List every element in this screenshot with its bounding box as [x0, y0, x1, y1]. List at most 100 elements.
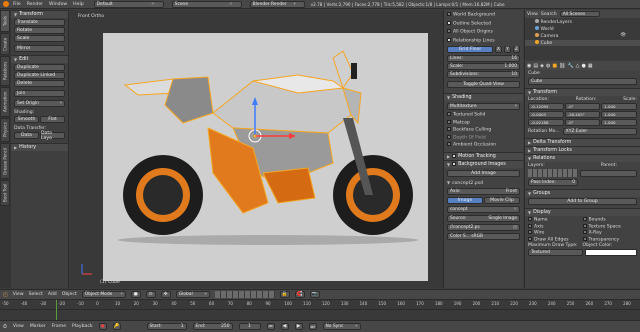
world-background-option[interactable]: World Background: [447, 12, 520, 18]
display-texture-space-option[interactable]: Texture Space: [582, 223, 638, 229]
rotation-z-field[interactable]: -0°: [564, 119, 601, 126]
layers-tab-icon[interactable]: ▤: [533, 63, 538, 69]
grid-subdivisions-field[interactable]: Subdivisions: 10: [447, 71, 520, 78]
axis-dropdown[interactable]: Axis: Front: [447, 187, 520, 195]
object-name-field[interactable]: Cube: [528, 78, 637, 85]
menu-window[interactable]: Window: [49, 2, 67, 7]
modifiers-tab-icon[interactable]: 🔧: [567, 63, 573, 69]
outliner-item-world[interactable]: World: [525, 26, 640, 32]
end-frame-field[interactable]: End: 250: [192, 323, 233, 330]
viewport-menu-select[interactable]: Select: [29, 292, 43, 297]
grid-scale-field[interactable]: Scale: 1.000: [447, 63, 520, 70]
data-layout-button[interactable]: Data Layo: [40, 131, 65, 141]
menu-help[interactable]: Help: [73, 2, 83, 7]
y-axis-toggle[interactable]: Y: [504, 46, 511, 53]
editor-type-icon[interactable]: ◰: [3, 292, 8, 298]
3d-viewport[interactable]: Front Ortho (1) Cube: [70, 10, 443, 288]
background-images-header[interactable]: ▼ Background Images: [444, 159, 523, 168]
checkbox-icon[interactable]: [528, 236, 532, 241]
delta-transform-header[interactable]: ▶ Delta Transform: [525, 138, 640, 146]
parent-field[interactable]: [580, 169, 637, 177]
checkbox-icon[interactable]: [582, 223, 587, 228]
location-x-field[interactable]: -0.12095: [528, 103, 564, 110]
checkbox-icon[interactable]: [447, 134, 451, 139]
tab-create[interactable]: Create: [0, 33, 10, 55]
flat-button[interactable]: Flat: [40, 116, 65, 123]
scene-selector[interactable]: Scene ✕: [171, 0, 242, 8]
checkbox-icon[interactable]: [447, 37, 451, 42]
display-draw-all-edges-option[interactable]: Draw All Edges: [528, 236, 583, 242]
render-tab-icon[interactable]: ◉: [527, 63, 531, 69]
rotate-button[interactable]: Rotate: [14, 27, 65, 34]
tab-relations[interactable]: Relations: [0, 56, 10, 86]
checkbox-icon[interactable]: [447, 29, 451, 33]
tab-tools[interactable]: Tools: [0, 10, 10, 32]
outliner-search-menu[interactable]: Search: [541, 12, 557, 17]
outline-selected-option[interactable]: Outline Selected: [447, 20, 520, 26]
all-object-origins-option[interactable]: All Object Origins: [447, 29, 520, 35]
timeline-menu-playback[interactable]: Playback: [72, 324, 93, 329]
checkbox-icon[interactable]: [582, 230, 587, 234]
timeline-editor-icon[interactable]: ⏱: [3, 324, 7, 330]
checkbox-icon[interactable]: [528, 230, 532, 234]
current-frame-field[interactable]: 1: [238, 323, 261, 330]
source-dropdown[interactable]: Source: Single Image: [447, 214, 520, 222]
backface-culling-option[interactable]: Backface Culling: [447, 127, 520, 133]
checkbox-icon[interactable]: [582, 236, 587, 241]
scene-tab-icon[interactable]: ◈: [540, 63, 544, 69]
scale-y-field[interactable]: 1.000: [601, 111, 638, 118]
image-tab[interactable]: Image: [447, 196, 483, 204]
object-tab-icon[interactable]: ■: [552, 63, 557, 69]
scale-button[interactable]: Scale: [14, 35, 65, 42]
grid-lines-field[interactable]: Lines: 16: [447, 55, 520, 62]
scale-z-field[interactable]: 1.000: [601, 119, 638, 126]
layer-grid[interactable]: [528, 169, 578, 177]
location-y-field[interactable]: -0.0003: [528, 111, 564, 118]
grid-floor-toggle[interactable]: Grid Floor: [447, 46, 493, 53]
checkbox-icon[interactable]: [452, 162, 457, 166]
checkbox-icon[interactable]: [447, 119, 451, 124]
texture-tab-icon[interactable]: ▦: [588, 63, 593, 69]
duplicate-button[interactable]: Duplicate: [14, 64, 65, 71]
viewport-menu-object[interactable]: Object: [62, 292, 77, 297]
checkbox-icon[interactable]: [447, 12, 451, 16]
keying-set-button[interactable]: 🔑: [112, 323, 121, 330]
record-button[interactable]: ●: [98, 323, 107, 330]
scale-x-field[interactable]: 1.000: [601, 103, 638, 110]
toggle-quad-view-button[interactable]: Toggle Quad View: [447, 81, 520, 88]
timeline-menu-marker[interactable]: Marker: [30, 324, 46, 329]
tab-boot-tool[interactable]: Boot Tool: [0, 180, 10, 206]
object-color-swatch[interactable]: [584, 249, 637, 256]
checkbox-icon[interactable]: [447, 127, 451, 131]
relations-header[interactable]: ▼ Relations: [525, 154, 640, 162]
image-datablock-field[interactable]: concept ✕: [447, 205, 520, 213]
start-frame-field[interactable]: Start: 1: [146, 323, 187, 330]
display-name-option[interactable]: Name: [528, 217, 583, 223]
outliner-view-menu[interactable]: View: [527, 12, 538, 17]
z-axis-toggle[interactable]: Z: [513, 46, 520, 53]
tab-physics[interactable]: Physics: [0, 118, 10, 142]
image-filepath-field[interactable]: //concept2.ps ▤: [447, 223, 520, 231]
display-header[interactable]: ▼ Display: [525, 208, 640, 216]
location-z-field[interactable]: -0.02188: [528, 119, 564, 126]
layout-selector[interactable]: Default ✕: [93, 0, 164, 8]
tab-grease-pencil[interactable]: Grease Pencil: [0, 143, 10, 179]
history-panel-header[interactable]: ▶ History: [11, 143, 68, 151]
viewport-shading-button[interactable]: ●: [130, 291, 141, 298]
transform-locks-header[interactable]: ▶ Transform Locks: [525, 146, 640, 154]
rotation-mode-dropdown[interactable]: XYZ Euler: [562, 128, 637, 135]
blender-logo-icon[interactable]: [3, 1, 9, 7]
checkbox-icon[interactable]: [447, 20, 451, 25]
checkbox-icon[interactable]: [528, 217, 532, 221]
play-reverse-button[interactable]: ◀: [280, 323, 289, 330]
edit-panel-header[interactable]: ▼ Edit: [11, 55, 68, 63]
groups-header[interactable]: ▼ Groups: [525, 189, 640, 197]
display-bounds-option[interactable]: Bounds: [582, 217, 638, 223]
viewport-menu-view[interactable]: View: [13, 292, 24, 297]
set-origin-dropdown[interactable]: Set Origin ▾: [14, 100, 65, 107]
timeline-menu-view[interactable]: View: [13, 324, 24, 329]
transform-orientation-dropdown[interactable]: Global ▾: [175, 291, 210, 298]
outliner-display-mode[interactable]: All Scenes: [559, 11, 600, 17]
display-transparency-option[interactable]: Transparency: [582, 236, 638, 242]
display-wire-option[interactable]: Wire: [528, 230, 583, 236]
